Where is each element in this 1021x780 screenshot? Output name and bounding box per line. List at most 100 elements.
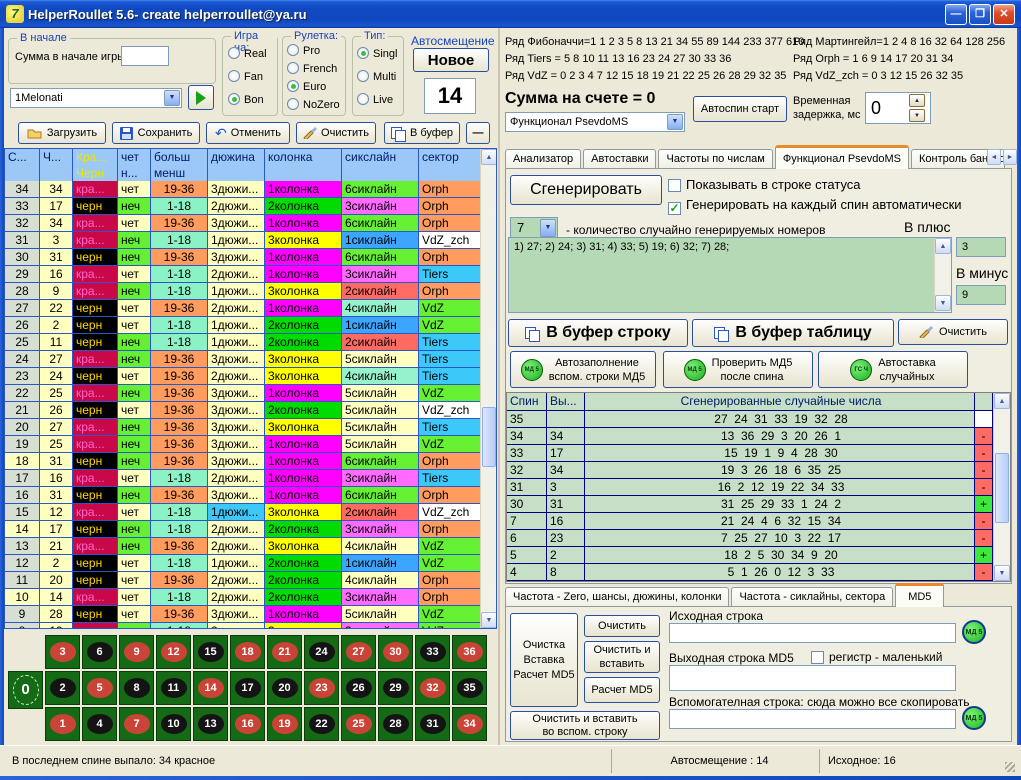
md5-calc-button[interactable]: Расчет MD5 bbox=[584, 677, 660, 703]
spin-table-scrollbar[interactable]: ▲ ▼ bbox=[993, 393, 1010, 581]
textarea-scrollbar[interactable]: ▲ ▼ bbox=[934, 238, 951, 312]
history-row[interactable]: 1120чернчет19-362дюжи...2колонка4сиклайн… bbox=[5, 572, 496, 589]
history-header-cell[interactable]: чет bbox=[118, 149, 151, 165]
md5-calc-icon-button[interactable]: МД 5 bbox=[962, 620, 986, 644]
board-number-cell[interactable]: 23 bbox=[304, 671, 339, 705]
spin-row[interactable]: 343413 36 29 3 20 26 1- bbox=[507, 428, 1010, 445]
tab-scroll-right-icon[interactable]: ► bbox=[1003, 149, 1017, 165]
md5-big-button[interactable]: ОчисткаВставкаРасчет MD5 bbox=[510, 613, 578, 707]
board-number-cell[interactable]: 19 bbox=[267, 707, 302, 741]
board-number-cell[interactable]: 20 bbox=[267, 671, 302, 705]
scroll-up-icon[interactable]: ▲ bbox=[994, 393, 1010, 409]
history-header-cell[interactable]: колонка bbox=[265, 149, 342, 165]
board-number-cell[interactable]: 17 bbox=[230, 671, 265, 705]
radio-live[interactable]: Live bbox=[357, 93, 393, 106]
board-number-cell[interactable]: 8 bbox=[119, 671, 154, 705]
spin-row[interactable]: 71621 24 4 6 32 15 34- bbox=[507, 513, 1010, 530]
plus-field[interactable]: 3 bbox=[956, 237, 1006, 257]
history-row[interactable]: 1716кра...чет1-182дюжи...1колонка3сиклай… bbox=[5, 470, 496, 487]
board-number-cell[interactable]: 3 bbox=[45, 635, 80, 669]
history-header-cell[interactable] bbox=[342, 165, 419, 181]
load-button[interactable]: Загрузить bbox=[18, 122, 106, 144]
board-number-cell[interactable]: 7 bbox=[119, 707, 154, 741]
history-header-cell[interactable]: менш bbox=[151, 165, 208, 181]
board-number-cell[interactable]: 13 bbox=[193, 707, 228, 741]
history-row[interactable]: 2722чернчет19-362дюжи...1колонка4сиклайн… bbox=[5, 300, 496, 317]
clear-button[interactable]: Очистить bbox=[296, 122, 376, 144]
profile-combo[interactable]: 1Melonati ▼ bbox=[10, 88, 182, 108]
board-number-cell[interactable]: 4 bbox=[82, 707, 117, 741]
radio-fan[interactable]: Fan bbox=[228, 70, 263, 83]
scroll-up-icon[interactable]: ▲ bbox=[481, 149, 497, 165]
history-row[interactable]: 1831черннеч19-363дюжи...1колонка6сиклайн… bbox=[5, 453, 496, 470]
board-number-cell[interactable]: 27 bbox=[341, 635, 376, 669]
md5-clear-button[interactable]: Очистить bbox=[584, 615, 660, 637]
board-number-cell[interactable]: 30 bbox=[378, 635, 413, 669]
chevron-down-icon[interactable]: ▼ bbox=[667, 114, 683, 130]
history-row[interactable]: 1321кра...неч19-362дюжи...3колонка4сикла… bbox=[5, 538, 496, 555]
history-header-cell[interactable] bbox=[419, 165, 482, 181]
board-number-cell[interactable]: 11 bbox=[156, 671, 191, 705]
md5-aux-icon-button[interactable]: МД 5 bbox=[962, 706, 986, 730]
scrollbar-thumb[interactable] bbox=[482, 407, 496, 467]
spin-down-icon[interactable]: ▼ bbox=[909, 109, 925, 122]
undo-button[interactable]: ↶ Отменить bbox=[206, 122, 290, 144]
tab-md5[interactable]: MD5 bbox=[895, 583, 944, 607]
resize-grip[interactable] bbox=[1005, 762, 1015, 772]
history-row[interactable]: 3031черннеч19-363дюжи...1колонка6сиклайн… bbox=[5, 249, 496, 266]
aux-string-input[interactable] bbox=[669, 709, 956, 729]
board-number-cell[interactable]: 6 bbox=[82, 635, 117, 669]
history-row[interactable]: 313кра...неч1-181дюжи...3колонка1сиклайн… bbox=[5, 232, 496, 249]
board-number-cell[interactable]: 24 bbox=[304, 635, 339, 669]
clear-generated-button[interactable]: Очистить bbox=[898, 319, 1008, 345]
board-number-cell[interactable]: 2 bbox=[45, 671, 80, 705]
history-header-cell[interactable]: н... bbox=[118, 165, 151, 181]
history-header-cell[interactable] bbox=[40, 165, 73, 181]
history-row[interactable]: 1512кра...чет1-181дюжи...3колонка2сиклай… bbox=[5, 504, 496, 521]
history-row[interactable]: 1417черннеч1-182дюжи...2колонка3сиклайнO… bbox=[5, 521, 496, 538]
scrollbar-thumb[interactable] bbox=[995, 453, 1009, 523]
md5-clear-paste-aux-button[interactable]: Очистить и вставитьво вспом. строку bbox=[510, 711, 660, 740]
buffer-table-button[interactable]: В буфер таблицу bbox=[692, 319, 894, 347]
board-number-cell[interactable]: 21 bbox=[267, 635, 302, 669]
board-number-cell[interactable]: 12 bbox=[156, 635, 191, 669]
history-header-cell[interactable]: Ч... bbox=[40, 149, 73, 165]
chevron-down-icon[interactable]: ▼ bbox=[540, 219, 556, 237]
history-header-cell[interactable] bbox=[5, 165, 40, 181]
tab-freq-sixlines[interactable]: Частота - сиклайны, сектора bbox=[731, 587, 893, 607]
history-row[interactable]: 2027кра...неч19-363дюжи...3колонка5сикла… bbox=[5, 419, 496, 436]
history-header-cell[interactable]: сектор bbox=[419, 149, 482, 165]
spin-row[interactable]: 323419 3 26 18 6 35 25- bbox=[507, 462, 1010, 479]
history-row[interactable]: 1925кра...неч19-363дюжи...1колонка5сикла… bbox=[5, 436, 496, 453]
radio-nozero[interactable]: NoZero bbox=[287, 98, 340, 111]
generated-numbers-textarea[interactable]: 1) 27; 2) 24; 3) 31; 4) 33; 5) 19; 6) 32… bbox=[508, 237, 952, 313]
tab-autobets[interactable]: Автоставки bbox=[583, 149, 656, 169]
minimize-button[interactable]: — bbox=[945, 4, 967, 25]
board-number-cell[interactable]: 34 bbox=[452, 707, 487, 741]
lowercase-checkbox[interactable]: регистр - маленький bbox=[811, 650, 942, 664]
generate-button[interactable]: Сгенерировать bbox=[510, 175, 662, 205]
history-header-cell[interactable]: сикслайн bbox=[342, 149, 419, 165]
radio-real[interactable]: Real bbox=[228, 47, 267, 60]
board-number-cell[interactable]: 18 bbox=[230, 635, 265, 669]
chevron-down-icon[interactable]: ▼ bbox=[164, 90, 180, 106]
history-row[interactable]: 2916кра...чет1-182дюжи...1колонка3сиклай… bbox=[5, 266, 496, 283]
history-row[interactable]: 1631черннеч19-363дюжи...1колонка6сиклайн… bbox=[5, 487, 496, 504]
minus-field[interactable]: 9 bbox=[956, 285, 1006, 305]
board-number-cell[interactable]: 22 bbox=[304, 707, 339, 741]
history-header-cell[interactable]: Черн bbox=[73, 165, 118, 181]
history-row[interactable]: 928чернчет19-363дюжи...1колонка5сиклайнV… bbox=[5, 606, 496, 623]
history-row[interactable]: 122чернчет1-181дюжи...2колонка1сиклайнVd… bbox=[5, 555, 496, 572]
play-button[interactable] bbox=[188, 85, 214, 110]
board-number-cell[interactable]: 26 bbox=[341, 671, 376, 705]
autospin-start-button[interactable]: Автоспин старт bbox=[693, 96, 787, 122]
spin-row[interactable]: 5218 2 5 30 34 9 20+ bbox=[507, 547, 1010, 564]
board-number-cell[interactable]: 14 bbox=[193, 671, 228, 705]
tab-analyzer[interactable]: Анализатор bbox=[505, 149, 581, 169]
board-number-cell[interactable]: 15 bbox=[193, 635, 228, 669]
save-button[interactable]: Сохранить bbox=[112, 122, 200, 144]
close-button[interactable]: ✕ bbox=[993, 4, 1015, 25]
history-header-cell[interactable]: С... bbox=[5, 149, 40, 165]
functional-combo[interactable]: Функционал PsevdoMS ▼ bbox=[505, 112, 685, 132]
scroll-down-icon[interactable]: ▼ bbox=[935, 295, 951, 311]
